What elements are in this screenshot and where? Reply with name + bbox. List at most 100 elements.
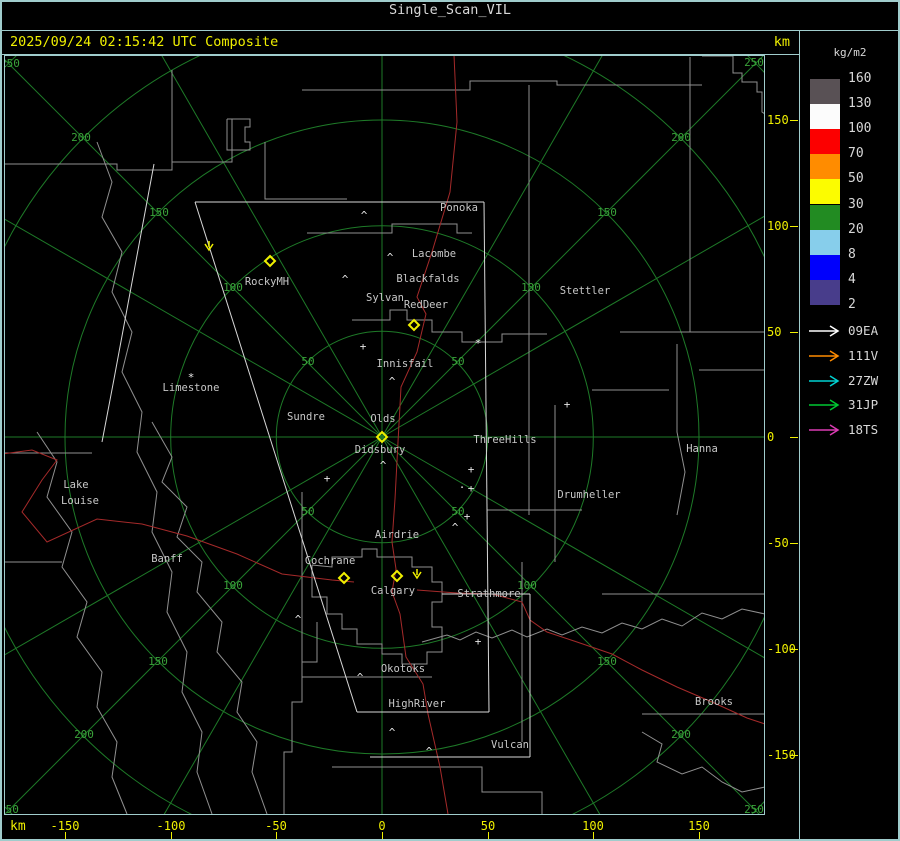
range-ring-label: 250: [744, 56, 764, 69]
scale-value-label: 50: [848, 171, 864, 187]
bottom-axis-label: -50: [265, 819, 287, 833]
radar-arrow-icon: [809, 325, 840, 337]
county-boundary: [676, 344, 686, 516]
point-marker: +: [564, 398, 571, 411]
right-axis-tick: [790, 755, 798, 756]
scale-color-box: [810, 154, 840, 180]
range-ring-label: 50: [451, 505, 464, 518]
city-label: Ponoka: [440, 202, 478, 214]
bottom-axis-label: 50: [480, 819, 496, 833]
right-axis-tick: [790, 226, 798, 227]
county-boundary: [352, 309, 547, 343]
right-axis-tick: [790, 649, 798, 650]
bottom-axis-label: 0: [378, 819, 386, 833]
radar-id-label: 18TS: [848, 422, 879, 438]
city-label: Sundre: [287, 411, 325, 423]
city-label: Sylvan: [366, 292, 404, 304]
range-ring-label: 100: [223, 579, 243, 592]
county-boundary: [302, 80, 702, 91]
radar-site-marker: [407, 318, 421, 332]
radar-application-window: Single_Scan_VIL 2025/09/24 02:15:42 UTC …: [0, 0, 900, 841]
scale-color-box: [810, 179, 840, 205]
radar-id-label: 27ZW: [848, 372, 879, 388]
scale-color-box: [810, 104, 840, 130]
point-marker: +: [360, 340, 367, 353]
storm-motion-arrow: [412, 569, 422, 580]
city-label: Calgary: [371, 585, 415, 597]
point-marker: ^: [295, 613, 302, 626]
point-marker: +: [468, 463, 475, 476]
bottom-axis-label: -150: [50, 819, 80, 833]
range-ring-label: 50: [451, 355, 464, 368]
range-ring-label: 200: [671, 728, 691, 741]
range-ring-label: 250: [4, 803, 19, 815]
city-label: Banff: [151, 553, 183, 565]
city-label: Olds: [370, 413, 395, 425]
point-marker: ^: [452, 521, 459, 534]
bottom-axis-tick: [593, 832, 594, 839]
scale-color-box: [810, 279, 840, 305]
radar-id-label: 09EA: [848, 323, 879, 338]
point-marker: +: [475, 635, 482, 648]
range-ring-label: 250: [4, 57, 20, 70]
city-label: Okotoks: [381, 663, 425, 675]
storm-motion-arrow: [204, 241, 214, 252]
point-marker: ^: [357, 671, 364, 684]
scale-color-box: [810, 204, 840, 230]
point-marker: ^: [380, 459, 387, 472]
city-label: Lake: [63, 479, 88, 491]
radar-arrow-icon: [809, 350, 840, 362]
radar-arrow-icon: [809, 424, 840, 436]
city-label: Stettler: [560, 285, 611, 297]
city-label: RedDeer: [404, 299, 448, 311]
range-ring-label: 250: [744, 803, 764, 815]
bottom-axis-tick: [276, 832, 277, 839]
scale-color-box: [810, 129, 840, 155]
scale-value-label: 30: [848, 196, 864, 212]
point-marker: ·: [459, 481, 466, 494]
point-marker: ^: [389, 375, 396, 388]
title-separator: [2, 30, 898, 31]
city-label: Blackfalds: [396, 273, 459, 285]
scan-sector-outline: [101, 163, 155, 443]
legend-separator: [799, 30, 800, 839]
point-marker: ^: [387, 251, 394, 264]
range-ring-label: 200: [671, 131, 691, 144]
scale-value-label: 70: [848, 146, 864, 162]
scale-value-label: 160: [848, 71, 872, 86]
radar-arrow-icon: [809, 374, 840, 387]
point-marker: *: [475, 337, 482, 350]
city-label: Lacombe: [412, 248, 456, 260]
city-label: HighRiver: [389, 698, 446, 710]
scale-value-label: 130: [848, 96, 872, 112]
county-boundary: [264, 142, 347, 200]
radar-map: 50 5050 50100 100100 100150 150150 150200 20020…: [4, 55, 765, 815]
range-ring-label: 150: [597, 206, 617, 219]
river-line: [421, 608, 765, 643]
city-label: Strathmore: [457, 588, 520, 600]
city-label: Limestone: [163, 382, 220, 394]
scan-timestamp: 2025/09/24 02:15:42 UTC Composite: [10, 34, 279, 50]
city-label: Drumheller: [557, 489, 620, 501]
city-label: Vulcan: [491, 739, 529, 751]
scale-value-label: 2: [848, 296, 856, 312]
county-boundary: [332, 766, 543, 814]
city-label: Didsbury: [355, 444, 406, 456]
city-label: Cochrane: [305, 555, 356, 567]
right-axis-unit: km: [773, 34, 790, 50]
point-marker: +: [468, 482, 475, 495]
radar-arrow-icon: [809, 399, 840, 412]
legend-unit-label: kg/m2: [833, 46, 867, 59]
point-marker: ^: [361, 209, 368, 222]
city-label: Louise: [61, 495, 99, 507]
bottom-axis-tick: [699, 832, 700, 839]
county-boundary: [283, 622, 318, 814]
city-label: Brooks: [695, 696, 733, 708]
radar-site-marker: [390, 569, 404, 583]
city-label: Airdrie: [375, 529, 419, 541]
bottom-axis-tick: [488, 832, 489, 839]
scale-value-label: 100: [848, 121, 872, 137]
right-axis-tick: [790, 120, 798, 121]
city-label: Hanna: [686, 443, 718, 455]
river-line: [641, 731, 765, 793]
